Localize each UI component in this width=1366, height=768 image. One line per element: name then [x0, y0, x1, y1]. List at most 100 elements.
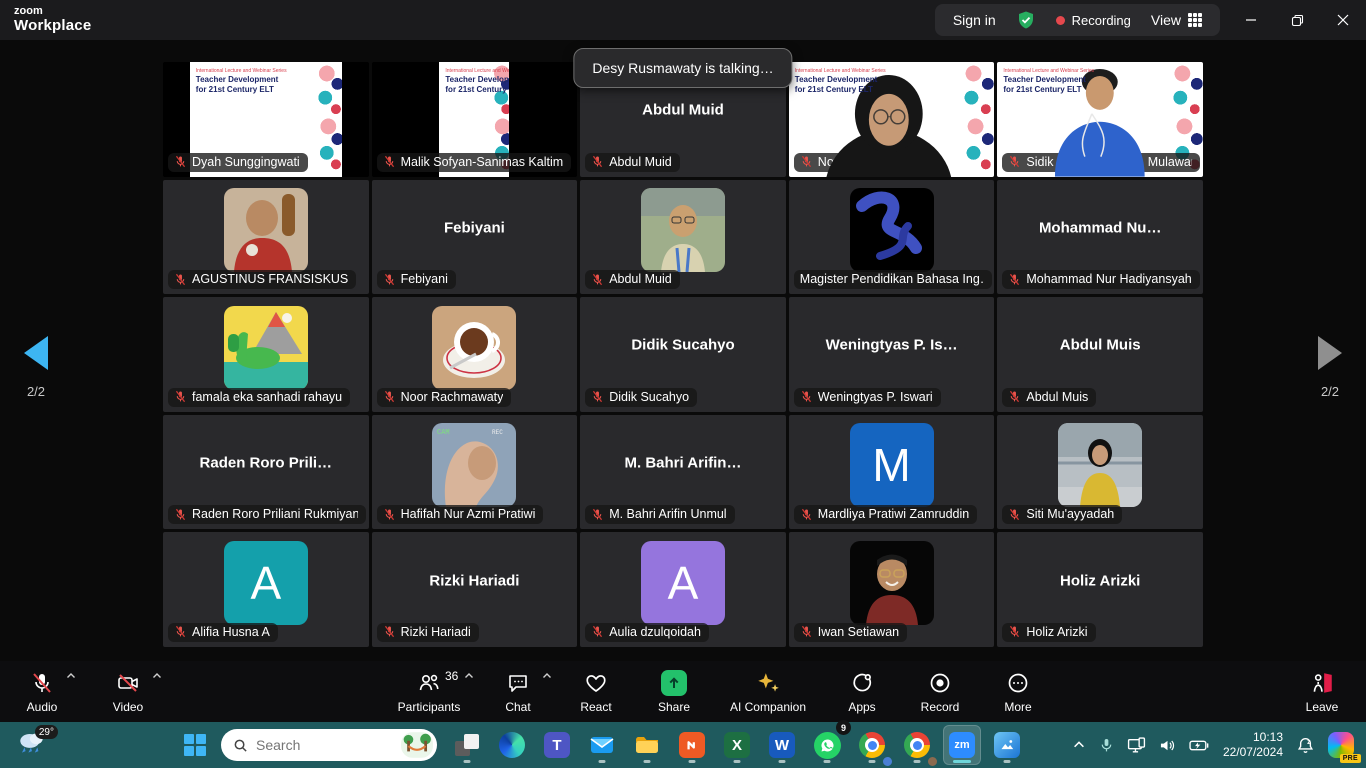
start-button[interactable] — [176, 725, 214, 765]
taskbar-search[interactable] — [221, 729, 437, 761]
participant-tile[interactable]: Rizki HariadiRizki Hariadi — [372, 532, 578, 647]
participant-tile[interactable]: Mohammad Nu… Mohammad Nur Hadiyansyah — [997, 180, 1203, 295]
participant-tile[interactable]: Abdul Muid — [580, 180, 786, 295]
participant-tile[interactable]: International Lecture and Webinar Series… — [163, 62, 369, 177]
page-indicator-right: 2/2 — [1306, 384, 1354, 399]
participant-tile[interactable]: FebiyaniFebiyani — [372, 180, 578, 295]
toolbar-participants-button[interactable]: 36Participants — [386, 661, 472, 722]
participant-tile[interactable]: AGUSTINUS FRANSISKUS — [163, 180, 369, 295]
participant-tile[interactable]: AAlifia Husna A — [163, 532, 369, 647]
minimize-button[interactable] — [1228, 0, 1274, 40]
next-page-arrow-icon[interactable] — [1318, 336, 1342, 370]
taskbar-chrome-profile-2-icon[interactable] — [898, 725, 936, 765]
toolbar-ai-button[interactable]: AI Companion — [720, 661, 816, 722]
participant-tile[interactable]: Didik SucahyoDidik Sucahyo — [580, 297, 786, 412]
taskbar-excel-icon[interactable]: X — [718, 725, 756, 765]
participant-tile[interactable]: Siti Mu'ayyadah — [997, 415, 1203, 530]
taskbar-chrome-profile-1-icon[interactable] — [853, 725, 891, 765]
participant-tile[interactable]: Holiz ArizkiHoliz Arizki — [997, 532, 1203, 647]
participant-tile[interactable]: International Lecture and Webinar Series… — [789, 62, 995, 177]
tray-battery-charging-icon[interactable] — [1189, 739, 1210, 752]
notification-bell-dnd-icon[interactable]: z — [1296, 736, 1315, 755]
muted-mic-icon — [591, 390, 604, 403]
taskbar-mail-icon[interactable] — [583, 725, 621, 765]
muted-mic-icon — [174, 508, 187, 521]
search-input[interactable] — [256, 737, 376, 753]
taskbar-whatsapp-icon[interactable]: 9 — [808, 725, 846, 765]
toolbar-record-button[interactable]: Record — [908, 661, 972, 722]
participant-tile[interactable]: M. Bahri Arifin…M. Bahri Arifin Unmul — [580, 415, 786, 530]
tray-display-cast-icon[interactable] — [1127, 737, 1146, 754]
toolbar-more-label: More — [1004, 700, 1031, 714]
participant-name-label: Abdul Muis — [1002, 388, 1096, 407]
participant-name-label: Mohammad Nur Hadiyansyah — [1002, 270, 1199, 289]
previous-page-nav[interactable]: 2/2 — [12, 336, 60, 399]
chevron-up-icon[interactable] — [152, 672, 162, 679]
taskbar-zoom-icon[interactable]: zm — [943, 725, 981, 765]
taskbar-file-explorer-icon[interactable] — [628, 725, 666, 765]
participant-tile[interactable]: Magister Pendidikan Bahasa Ing… — [789, 180, 995, 295]
participant-name-label: Abdul Muid — [585, 270, 680, 289]
participant-name-label: Siti Mu'ayyadah — [1002, 505, 1122, 524]
taskbar-nitro-pdf-icon[interactable] — [673, 725, 711, 765]
participant-gallery-grid: International Lecture and Webinar Series… — [163, 62, 1203, 647]
chevron-up-icon[interactable] — [464, 672, 474, 679]
taskbar-microsoft-edge-icon[interactable] — [493, 725, 531, 765]
tray-speaker-icon[interactable] — [1159, 738, 1176, 753]
zoom-title-bar: zoom Workplace Sign in Recording View — [0, 0, 1366, 40]
toolbar-leave-button[interactable]: Leave — [1290, 661, 1354, 722]
participant-tile[interactable]: MMardliya Pratiwi Zamruddin — [789, 415, 995, 530]
previous-page-arrow-icon[interactable] — [24, 336, 48, 370]
security-shield-icon[interactable] — [1016, 10, 1036, 30]
participant-video: International Lecture and Webinar Series… — [789, 62, 995, 177]
search-highlight-image[interactable] — [401, 732, 433, 758]
tray-date: 22/07/2024 — [1223, 745, 1283, 760]
audio-icon — [30, 671, 54, 695]
weather-widget[interactable]: 29° — [16, 728, 52, 762]
participants-icon — [417, 671, 441, 695]
participant-tile[interactable]: Iwan Setiawan — [789, 532, 995, 647]
chevron-up-icon[interactable] — [66, 672, 76, 679]
toolbar-audio-button[interactable]: Audio — [10, 661, 74, 722]
participant-tile[interactable]: famala eka sanhadi rahayu — [163, 297, 369, 412]
clock[interactable]: 10:13 22/07/2024 — [1223, 730, 1283, 760]
view-button[interactable]: View — [1151, 12, 1202, 28]
participant-center-name: Mohammad Nu… — [997, 219, 1203, 236]
toolbar-chat-button[interactable]: Chat — [486, 661, 550, 722]
sign-in-button[interactable]: Sign in — [953, 12, 996, 28]
next-page-nav[interactable]: 2/2 — [1306, 336, 1354, 399]
participant-tile[interactable]: Raden Roro Prili…Raden Roro Priliani Ruk… — [163, 415, 369, 530]
recording-indicator: Recording — [1056, 13, 1131, 28]
taskbar-photos-icon[interactable] — [988, 725, 1026, 765]
tray-microphone-icon[interactable] — [1099, 737, 1114, 754]
toolbar-share-button[interactable]: Share — [642, 661, 706, 722]
participant-center-name: M. Bahri Arifin… — [580, 454, 786, 471]
participant-tile[interactable]: International Lecture and Webinar Series… — [997, 62, 1203, 177]
restore-button[interactable] — [1274, 0, 1320, 40]
running-indicator — [689, 760, 696, 763]
participant-tile[interactable]: CAMRECHafifah Nur Azmi Pratiwi — [372, 415, 578, 530]
toolbar-apps-button[interactable]: Apps — [830, 661, 894, 722]
participant-letter-avatar: M — [850, 423, 934, 507]
search-icon — [233, 738, 248, 753]
muted-mic-icon — [174, 390, 187, 403]
chevron-up-icon[interactable] — [542, 672, 552, 679]
copilot-icon[interactable]: PRE — [1328, 732, 1354, 758]
participant-tile[interactable]: Weningtyas P. Is…Weningtyas P. Iswari — [789, 297, 995, 412]
muted-mic-icon — [1008, 625, 1021, 638]
toolbar-more-button[interactable]: More — [986, 661, 1050, 722]
tray-chevron-up-icon[interactable] — [1072, 738, 1086, 752]
close-button[interactable] — [1320, 0, 1366, 40]
taskbar-microsoft-teams-icon[interactable]: T — [538, 725, 576, 765]
taskbar-word-icon[interactable]: W — [763, 725, 801, 765]
taskbar-task-view-icon[interactable] — [448, 725, 486, 765]
participant-tile[interactable]: International Lecture and Webinar Series… — [372, 62, 578, 177]
participant-tile[interactable]: Abdul MuisAbdul Muis — [997, 297, 1203, 412]
toolbar-react-button[interactable]: React — [564, 661, 628, 722]
participant-tile[interactable]: Noor Rachmawaty — [372, 297, 578, 412]
participant-tile[interactable]: AAulia dzulqoidah — [580, 532, 786, 647]
toolbar-video-button[interactable]: Video — [96, 661, 160, 722]
svg-text:REC: REC — [492, 429, 503, 436]
slide-text: International Lecture and Webinar Series… — [795, 68, 886, 95]
participant-name-label: famala eka sanhadi rahayu — [168, 388, 350, 407]
